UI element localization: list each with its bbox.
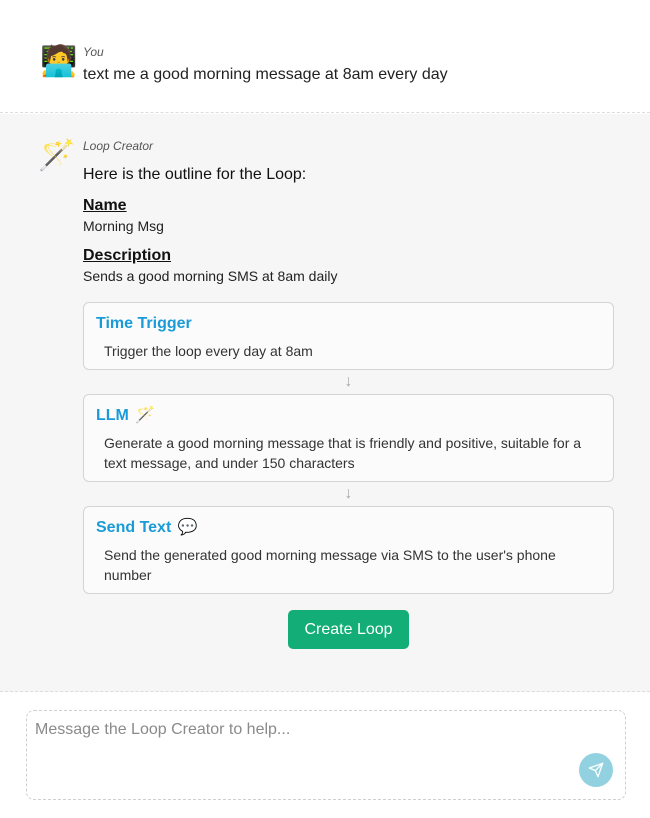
send-icon [588, 762, 604, 778]
step-title: Send Text 💬 [96, 517, 601, 539]
step-card-llm: LLM 🪄 Generate a good morning message th… [83, 394, 614, 482]
name-label: Name [83, 197, 127, 214]
step-description: Generate a good morning message that is … [104, 435, 582, 471]
message-author: Loop Creator [83, 139, 154, 153]
step-title-text: Time Trigger [96, 315, 192, 332]
outline-intro: Here is the outline for the Loop: [83, 166, 307, 183]
send-button[interactable] [579, 753, 613, 787]
step-description: Trigger the loop every day at 8am [104, 343, 313, 359]
bot-message: 🪄 Loop Creator Here is the outline for t… [0, 114, 650, 692]
step-description: Send the generated good morning message … [104, 547, 556, 583]
arrow-down-icon: ↓ [344, 485, 353, 502]
loop-steps: Time Trigger Trigger the loop every day … [83, 302, 614, 594]
name-value: Morning Msg [83, 218, 164, 234]
message-input[interactable] [35, 721, 575, 781]
step-title-text: Send Text [96, 519, 172, 536]
user-message: 🧑‍💻 You text me a good morning message a… [0, 0, 650, 113]
step-title: Time Trigger [96, 313, 601, 335]
arrow-down-icon: ↓ [344, 373, 353, 390]
description-value: Sends a good morning SMS at 8am daily [83, 268, 338, 284]
magic-wand-icon: 🪄 [135, 407, 156, 424]
message-composer [26, 710, 626, 800]
create-loop-button[interactable]: Create Loop [288, 610, 409, 649]
step-card-time-trigger: Time Trigger Trigger the loop every day … [83, 302, 614, 370]
magic-wand-icon: 🪄 [38, 139, 76, 172]
step-title-text: LLM [96, 407, 129, 424]
step-card-send-text: Send Text 💬 Send the generated good morn… [83, 506, 614, 594]
person-at-laptop-icon: 🧑‍💻 [40, 45, 78, 78]
user-message-text: text me a good morning message at 8am ev… [83, 66, 448, 83]
loop-outline: Here is the outline for the Loop: Name M… [83, 164, 614, 649]
description-label: Description [83, 247, 172, 264]
step-title: LLM 🪄 [96, 405, 601, 427]
message-author: You [83, 45, 104, 59]
create-loop-wrap: Create Loop [83, 610, 614, 649]
speech-bubble-icon: 💬 [177, 519, 198, 536]
